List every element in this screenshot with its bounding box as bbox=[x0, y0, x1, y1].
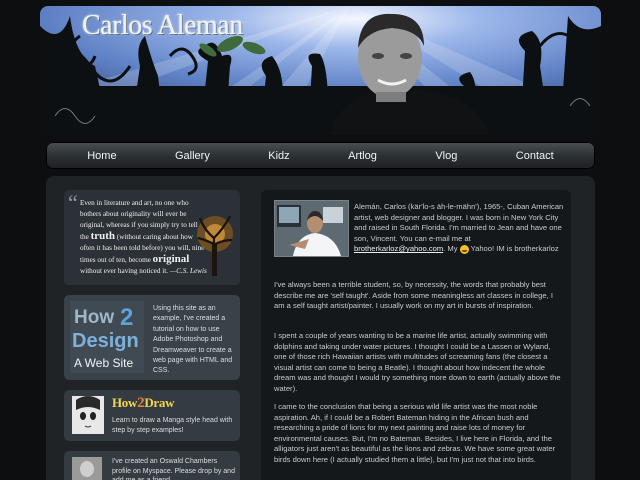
quote-word-original: original bbox=[152, 253, 190, 265]
main-nav: Home Gallery Kidz Artlog Vlog Contact bbox=[46, 142, 595, 169]
intro-text-b: . My bbox=[443, 244, 460, 254]
nav-gallery-link[interactable]: Gallery bbox=[165, 146, 220, 166]
oswald-chambers-photo[interactable] bbox=[72, 457, 102, 480]
h2d-logo-design: Design bbox=[72, 330, 139, 352]
header-banner: Carlos Aleman bbox=[40, 6, 601, 135]
nav-kidz-link[interactable]: Kidz bbox=[258, 146, 299, 166]
h2d-logo-two: 2 bbox=[120, 304, 133, 331]
nav-vlog-link[interactable]: Vlog bbox=[425, 146, 467, 166]
nav-contact-link[interactable]: Contact bbox=[506, 146, 564, 166]
main-panel: “ Even in literature and art, no one who… bbox=[46, 176, 595, 480]
quote-word-truth: truth bbox=[90, 230, 116, 242]
h2draw-title-a: How bbox=[112, 395, 138, 410]
manga-face-icon[interactable] bbox=[72, 396, 104, 434]
how2draw-box[interactable]: How2Draw Learn to draw a Manga style hea… bbox=[64, 390, 240, 441]
h2d-logo-how: How bbox=[74, 307, 114, 328]
how2draw-text: Learn to draw a Manga style head with st… bbox=[112, 417, 233, 434]
tree-art-icon bbox=[197, 215, 233, 276]
site-title[interactable]: Carlos Aleman bbox=[82, 10, 243, 42]
intro-text-a: Alemán, Carlos (kär'lo-s äh-le-mähn'), 1… bbox=[354, 202, 564, 243]
quote-mark-icon: “ bbox=[68, 190, 78, 215]
h2draw-title-b: Draw bbox=[144, 395, 175, 410]
how2design-text: Using this site as an example, I've crea… bbox=[153, 305, 233, 375]
yahoo-messenger-icon[interactable] bbox=[459, 244, 469, 254]
intro-paragraph: Alemán, Carlos (kär'lo-s äh-le-mähn'), 1… bbox=[274, 202, 564, 257]
how2design-box[interactable]: How 2 Design A Web Site Using this site … bbox=[64, 295, 240, 380]
yahoo-im-label: Yahoo! IM is brotherkarloz bbox=[468, 244, 559, 254]
how2design-logo[interactable]: How 2 Design A Web Site bbox=[70, 301, 144, 373]
chambers-box[interactable]: I've created an Oswald Chambers profile … bbox=[64, 451, 240, 480]
content-column: Alemán, Carlos (kär'lo-s äh-le-mähn'), 1… bbox=[261, 190, 571, 480]
quote-text: Even in literature and art, no one who b… bbox=[80, 198, 208, 277]
h2d-logo-website: A Web Site bbox=[74, 356, 133, 370]
page: Carlos Aleman Home Gallery Kidz Artlog V… bbox=[0, 0, 640, 480]
nav-home-link[interactable]: Home bbox=[77, 146, 126, 166]
quote-box: “ Even in literature and art, no one who… bbox=[64, 190, 240, 285]
how2draw-title[interactable]: How2Draw bbox=[112, 395, 174, 412]
bio-paragraph-3: I spent a couple of years wanting to be … bbox=[274, 331, 561, 393]
nav-artlog-link[interactable]: Artlog bbox=[338, 146, 387, 166]
bio-paragraph-4: I came to the conclusion that being a se… bbox=[274, 402, 556, 464]
portrait-spacer bbox=[274, 202, 354, 257]
email-link[interactable]: brotherkarloz@yahoo.com bbox=[354, 244, 443, 253]
bio-paragraph-2: I've always been a terrible student, so,… bbox=[274, 280, 553, 311]
sidebar: “ Even in literature and art, no one who… bbox=[64, 190, 240, 480]
chambers-text: I've created an Oswald Chambers profile … bbox=[112, 458, 235, 480]
quote-line-c: without ever having noticed it. bbox=[80, 267, 169, 275]
